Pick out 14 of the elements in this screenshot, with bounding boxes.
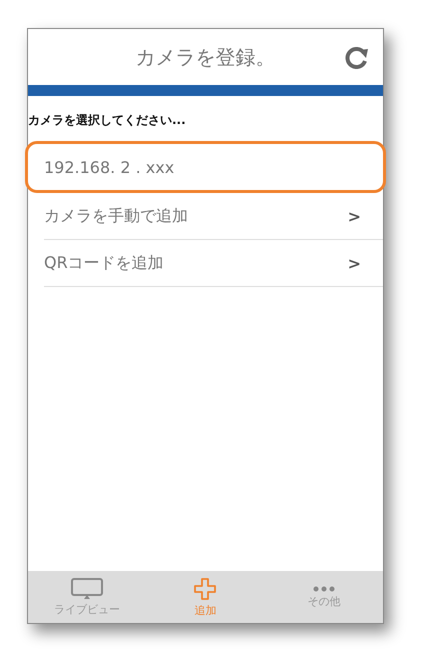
instruction-text: カメラを選択してください...	[28, 112, 187, 129]
camera-address-row[interactable]: 192.168. 2 . xxx	[25, 141, 386, 193]
menu-row[interactable]: カメラを手動で追加 >	[44, 193, 383, 240]
more-icon	[312, 586, 335, 592]
screen-title: カメラを登録。	[136, 44, 276, 70]
menu-row[interactable]: QRコードを追加 >	[44, 240, 383, 287]
row-label: 192.168. 2 . xxx	[44, 158, 174, 176]
row-label: QRコードを追加	[44, 252, 164, 274]
plus-icon	[193, 576, 218, 600]
monitor-icon	[71, 578, 104, 600]
chevron: >	[348, 206, 361, 226]
refresh-icon[interactable]	[345, 47, 369, 69]
chevron: >	[348, 254, 361, 272]
row-label: カメラを手動で追加	[44, 206, 188, 226]
